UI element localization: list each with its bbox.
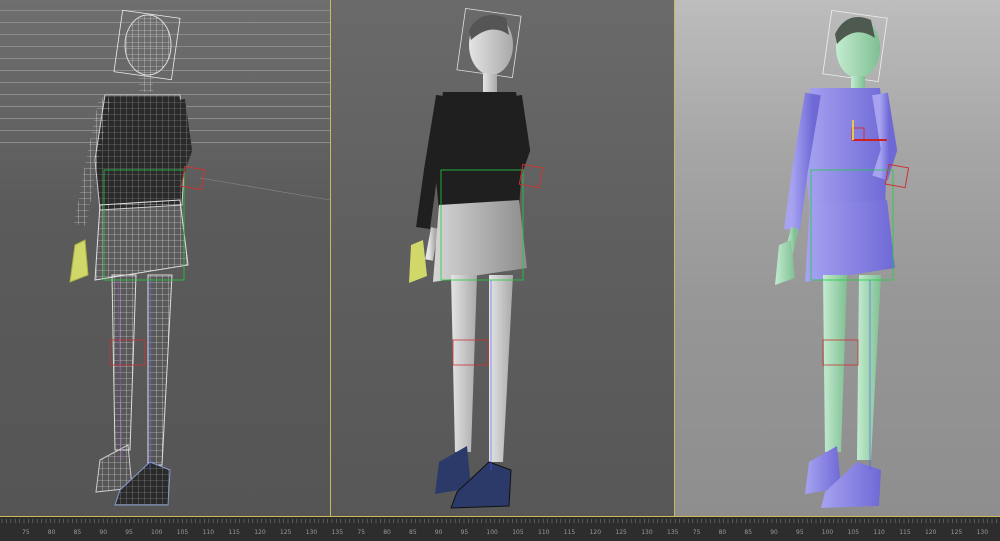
ruler-label: 105 [176,529,189,536]
right-leg [857,275,881,460]
character-model-wireframe[interactable] [0,0,330,516]
ruler-label: 80 [718,529,727,536]
skirt [94,199,189,281]
timeline-ruler[interactable]: 75 80 85 90 95 100 105 110 115 120 125 130 135 75 80 85… [0,516,1000,541]
viewport-shaded[interactable] [331,0,674,516]
ruler-label: 105 [847,529,860,536]
ruler-label: 125 [280,529,292,536]
ruler-label: 75 [357,529,366,536]
ruler-label: 95 [796,529,804,536]
ruler-label: 100 [486,529,498,536]
viewport-wireframe[interactable] [0,0,330,516]
ruler-label: 135 [667,529,679,536]
ruler-label: 130 [976,529,989,536]
ruler-label: 85 [744,529,753,536]
ruler-label: 95 [460,529,469,536]
ruler-label: 115 [228,529,240,536]
ruler-label: 105 [512,529,524,536]
left-leg [823,275,847,452]
right-arm [506,94,531,181]
character-model-colored[interactable] [675,0,1000,516]
ruler-label: 110 [873,529,885,536]
skirt [433,200,527,282]
sweater [94,94,186,211]
character-model-shaded[interactable] [331,0,674,516]
ruler-label: 100 [821,529,834,536]
ruler-label: 75 [22,529,30,536]
neck [139,74,153,92]
head [124,14,172,76]
neck [483,74,497,92]
ruler-label: 125 [950,529,963,536]
ruler-label: 100 [151,529,163,536]
ruler-label: 90 [99,529,108,536]
ruler-label: 115 [899,529,911,536]
ruler-label: 120 [589,529,602,536]
ruler-label: 120 [254,529,266,536]
left-leg [111,274,137,451]
ruler-label: 130 [641,529,653,536]
ruler-label: 110 [202,529,215,536]
ruler-label: 95 [125,529,133,536]
viewport-colored[interactable] [675,0,1000,516]
ruler-label: 135 [331,529,344,536]
ruler-label: 90 [434,529,443,536]
ruler-label: 80 [47,529,56,536]
left-leg [451,275,477,452]
ruler-label: 120 [925,529,937,536]
left-forearm [425,227,439,261]
left-hand [69,239,89,283]
skirt [805,200,895,282]
ruler-label: 85 [409,529,417,536]
helper-line [199,177,330,201]
ruler-label: 125 [615,529,627,536]
ruler-label: 75 [692,529,701,536]
ruler-label: 80 [383,529,391,536]
ruler-label: 85 [73,529,82,536]
ruler-label: 130 [305,529,318,536]
right-arm [169,99,193,178]
right-leg [147,274,173,466]
right-sleeve [872,92,898,181]
ruler-label: 115 [563,529,576,536]
left-hand [409,240,427,283]
ruler-label: 90 [770,529,778,536]
right-leg [489,275,513,462]
ruler-label: 110 [538,529,550,536]
